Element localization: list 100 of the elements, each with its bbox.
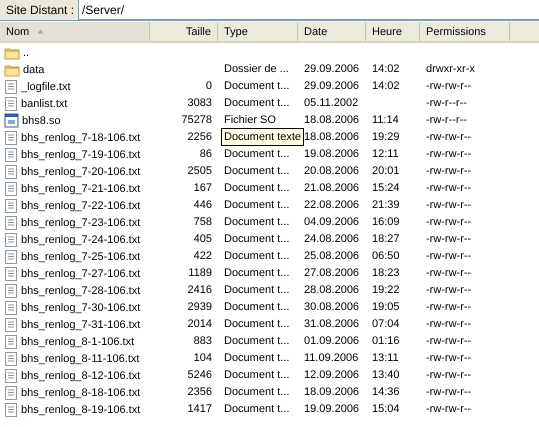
file-time: 19:22 xyxy=(372,284,400,296)
file-type: Document t... xyxy=(224,97,290,109)
text-file-icon xyxy=(4,249,18,264)
file-size: 422 xyxy=(194,250,212,262)
file-permissions: -rw-rw-r-- xyxy=(426,352,472,364)
file-type: Document t... xyxy=(224,80,290,92)
file-date: 05.11.2002 xyxy=(304,97,358,109)
file-size: 86 xyxy=(200,148,212,160)
file-name[interactable]: bhs8.so xyxy=(22,114,61,126)
file-permissions: -rw-rw-r-- xyxy=(426,267,472,279)
file-date: 24.08.2006 xyxy=(304,233,360,245)
file-name[interactable]: bhs_renlog_8-18-106.txt xyxy=(21,386,140,398)
file-date: 21.08.2006 xyxy=(304,182,360,194)
file-type: Document t... xyxy=(224,148,290,160)
file-size: 2014 xyxy=(188,318,212,330)
file-permissions: -rw-r--r-- xyxy=(426,97,467,109)
file-permissions: -rw-rw-r-- xyxy=(426,148,472,160)
file-date: 20.08.2006 xyxy=(304,165,360,177)
file-name[interactable]: bhs_renlog_7-30-106.txt xyxy=(21,302,140,314)
column-header[interactable]: Heure xyxy=(366,22,420,41)
file-size: 75278 xyxy=(181,114,212,126)
file-name[interactable]: bhs_renlog_7-21-106.txt xyxy=(21,182,140,194)
file-size: 104 xyxy=(194,352,212,364)
file-name[interactable]: _logfile.txt xyxy=(21,80,71,92)
file-name[interactable]: bhs_renlog_7-23-106.txt xyxy=(21,216,140,228)
file-permissions: -rw-rw-r-- xyxy=(426,403,472,415)
file-time: 01:16 xyxy=(372,335,400,347)
file-name[interactable]: .. xyxy=(23,46,30,58)
file-type: Document t... xyxy=(224,216,290,228)
file-name[interactable]: bhs_renlog_7-22-106.txt xyxy=(21,200,140,212)
file-date: 01.09.2006 xyxy=(304,335,360,347)
file-date: 29.09.2006 xyxy=(304,80,360,92)
file-name[interactable]: banlist.txt xyxy=(21,98,68,110)
text-file-icon xyxy=(4,368,18,383)
file-date: 31.08.2006 xyxy=(304,318,360,330)
window-file-icon xyxy=(4,113,19,128)
file-name[interactable]: bhs_renlog_7-20-106.txt xyxy=(21,166,140,178)
file-time: 12:11 xyxy=(372,148,399,160)
file-time: 19:05 xyxy=(372,301,400,313)
file-size: 883 xyxy=(194,335,212,347)
file-date: 19.08.2006 xyxy=(304,148,360,160)
file-type: Document t... xyxy=(224,403,290,415)
column-header[interactable]: Nom xyxy=(0,22,150,41)
file-type: Dossier de ... xyxy=(224,63,289,75)
file-time: 16:09 xyxy=(372,216,400,228)
text-file-icon xyxy=(4,351,18,366)
file-type: Document t... xyxy=(224,386,290,398)
file-type: Document t... xyxy=(224,369,290,381)
file-date: 11.09.2006 xyxy=(304,352,358,364)
file-name[interactable]: bhs_renlog_7-19-106.txt xyxy=(21,148,140,160)
file-size: 2256 xyxy=(188,131,212,143)
file-name[interactable]: bhs_renlog_7-24-106.txt xyxy=(21,234,140,246)
file-time: 11:14 xyxy=(372,114,399,126)
file-date: 29.09.2006 xyxy=(304,63,360,75)
file-name[interactable]: bhs_renlog_8-1-106.txt xyxy=(21,336,134,348)
address-field[interactable]: /Server/ xyxy=(78,0,539,20)
file-name[interactable]: bhs_renlog_8-19-106.txt xyxy=(21,404,140,416)
file-type: Document t... xyxy=(224,335,290,347)
column-header[interactable]: Type xyxy=(218,22,298,41)
file-time: 14:36 xyxy=(372,386,400,398)
text-file-icon xyxy=(4,164,18,179)
file-name[interactable]: bhs_renlog_8-11-106.txt xyxy=(21,352,140,364)
file-size: 1417 xyxy=(188,403,212,415)
column-header[interactable]: Date xyxy=(298,22,366,41)
file-time: 07:04 xyxy=(372,318,400,330)
text-file-icon xyxy=(4,79,18,94)
file-size: 2416 xyxy=(188,284,212,296)
file-name[interactable]: bhs_renlog_7-27-106.txt xyxy=(21,268,140,280)
file-time: 06:50 xyxy=(372,250,400,262)
text-file-icon xyxy=(4,317,18,332)
file-type: Document t... xyxy=(224,352,290,364)
text-file-icon xyxy=(4,96,18,111)
file-date: 30.08.2006 xyxy=(304,301,360,313)
file-name[interactable]: bhs_renlog_8-12-106.txt xyxy=(21,370,140,382)
file-type: Document t... xyxy=(224,233,290,245)
column-header[interactable]: Permissions xyxy=(420,22,510,41)
column-header[interactable]: Taille xyxy=(150,22,218,41)
file-size: 446 xyxy=(194,199,212,211)
text-file-icon xyxy=(4,181,18,196)
file-type: Document t... xyxy=(224,267,290,279)
file-name[interactable]: bhs_renlog_7-31-106.txt xyxy=(21,318,140,330)
file-name[interactable]: data xyxy=(23,64,44,76)
file-time: 21:39 xyxy=(372,199,400,211)
file-type: Document t... xyxy=(224,301,290,313)
tooltip: Document texte xyxy=(221,128,304,146)
text-file-icon xyxy=(4,385,18,400)
text-file-icon xyxy=(4,232,18,247)
address-label: Site Distant : xyxy=(5,2,76,19)
file-date: 18.08.2006 xyxy=(304,131,360,143)
file-name[interactable]: bhs_renlog_7-18-106.txt xyxy=(21,132,140,144)
sort-arrow-icon xyxy=(37,29,44,34)
file-size: 167 xyxy=(194,182,212,194)
file-permissions: -rw-rw-r-- xyxy=(426,182,472,194)
text-file-icon xyxy=(4,147,18,162)
file-name[interactable]: bhs_renlog_7-28-106.txt xyxy=(21,284,140,296)
file-permissions: -rw-rw-r-- xyxy=(426,199,472,211)
file-type: Document t... xyxy=(224,165,290,177)
file-permissions: -rw-rw-r-- xyxy=(426,301,472,313)
file-name[interactable]: bhs_renlog_7-25-106.txt xyxy=(21,250,140,262)
text-file-icon xyxy=(4,198,18,213)
